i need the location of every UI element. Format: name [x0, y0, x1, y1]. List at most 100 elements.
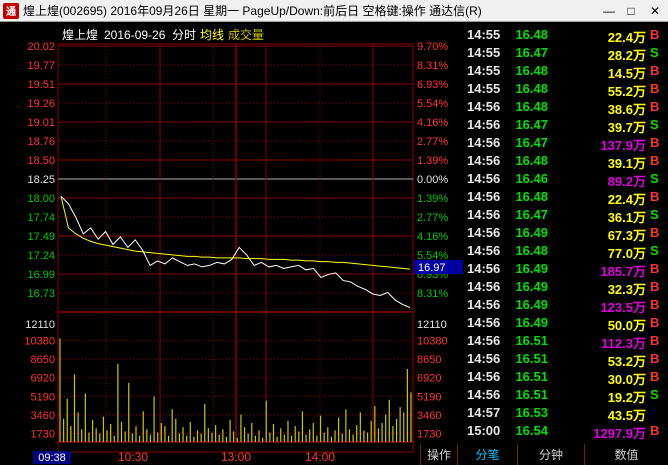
- trade-side: B: [650, 99, 660, 114]
- trade-row[interactable]: 14:55 16.48 14.5万 B: [465, 62, 668, 81]
- trade-time: 14:55: [467, 27, 501, 42]
- volume-axis-label-right: 10380: [417, 336, 448, 348]
- trade-time: 14:56: [467, 315, 501, 330]
- start-time-label: 09:38: [38, 452, 66, 464]
- trade-price: 16.51: [515, 387, 548, 402]
- tab-values[interactable]: 数值: [584, 444, 668, 465]
- tab-ticks[interactable]: 分笔: [457, 444, 517, 465]
- price-axis-label: 19.26: [27, 98, 55, 110]
- volume-axis-label-right: 1730: [417, 428, 441, 440]
- volume-axis-label: 6920: [31, 373, 55, 385]
- trade-side: B: [650, 297, 660, 312]
- trade-side: S: [650, 171, 659, 186]
- trade-time: 14:56: [467, 225, 501, 240]
- price-axis-label: 16.73: [27, 288, 55, 300]
- avg-line-legend: 均线: [200, 28, 224, 42]
- window-title: 煌上煌(002695) 2016年09月26日 星期一 PageUp/Down:…: [23, 4, 482, 18]
- trade-time: 14:56: [467, 207, 501, 222]
- price-axis-label: 18.25: [27, 174, 55, 186]
- trade-side: S: [650, 243, 659, 258]
- trade-time: 14:56: [467, 135, 501, 150]
- trade-side: S: [650, 207, 659, 222]
- trade-side: B: [650, 261, 660, 276]
- trade-side: B: [650, 333, 660, 348]
- trade-time: 14:57: [467, 405, 501, 420]
- tab-minutes[interactable]: 分钟: [517, 444, 584, 465]
- pct-axis-label: 9.70%: [417, 41, 448, 53]
- trade-price: 16.47: [515, 117, 548, 132]
- trade-row[interactable]: 14:56 16.51 53.2万 B: [465, 350, 668, 369]
- price-axis-label: 17.49: [27, 231, 55, 243]
- price-axis-label: 17.24: [27, 250, 55, 262]
- tab-operate[interactable]: 操作: [420, 444, 457, 465]
- trade-price: 16.54: [515, 423, 548, 438]
- trade-row[interactable]: 14:56 16.51 112.3万 B: [465, 332, 668, 351]
- price-axis-label: 19.77: [27, 60, 55, 72]
- trade-row[interactable]: 14:56 16.47 36.1万 S: [465, 206, 668, 225]
- trade-row[interactable]: 14:56 16.48 22.4万 B: [465, 188, 668, 207]
- trade-time: 14:56: [467, 153, 501, 168]
- pct-axis-label: 8.31%: [417, 60, 448, 72]
- price-axis-label: 18.50: [27, 155, 55, 167]
- time-axis-label: 13:00: [221, 450, 251, 464]
- chart-mode: 分时: [172, 28, 196, 42]
- pct-axis-label: 2.77%: [417, 136, 448, 148]
- trade-price: 16.49: [515, 225, 548, 240]
- price-axis-label: 19.01: [27, 117, 55, 129]
- volume-axis-label: 1730: [31, 428, 55, 440]
- trade-price: 16.47: [515, 45, 548, 60]
- time-axis-label: 14:00: [305, 450, 335, 464]
- trade-time: 14:56: [467, 351, 501, 366]
- trade-side: B: [650, 369, 660, 384]
- trade-price: 16.51: [515, 369, 548, 384]
- trade-row[interactable]: 14:56 16.47 137.9万 B: [465, 134, 668, 153]
- pct-axis-label: 4.16%: [417, 231, 448, 243]
- trade-price: 16.53: [515, 405, 548, 420]
- trade-price: 16.49: [515, 315, 548, 330]
- intraday-chart[interactable]: 20.02 9.70% 19.77 8.31% 19.51 6.93% 19.26 5.54%…: [0, 22, 463, 465]
- chart-date: 2016-09-26: [104, 28, 166, 42]
- trade-row[interactable]: 14:56 16.47 39.7万 S: [465, 116, 668, 135]
- trade-row[interactable]: 14:56 16.49 32.3万 B: [465, 278, 668, 297]
- volume-axis-label-right: 6920: [417, 373, 441, 385]
- trade-row[interactable]: 14:56 16.48 38.6万 B: [465, 98, 668, 117]
- trade-time: 14:56: [467, 243, 501, 258]
- trade-row[interactable]: 14:56 16.49 185.7万 B: [465, 260, 668, 279]
- trade-row[interactable]: 15:00 16.54 1297.9万 B: [465, 422, 668, 441]
- trade-time: 14:55: [467, 81, 501, 96]
- intraday-chart-panel[interactable]: 20.02 9.70% 19.77 8.31% 19.51 6.93% 19.26 5.54%…: [0, 22, 463, 465]
- trade-price: 16.48: [515, 189, 548, 204]
- volume-legend: 成交量: [228, 27, 264, 42]
- trade-time: 14:55: [467, 45, 501, 60]
- bottom-tabs: 操作 分笔 分钟 数值: [420, 444, 668, 465]
- current-price-label: 16.97: [418, 262, 446, 274]
- trade-row[interactable]: 14:56 16.49 50.0万 B: [465, 314, 668, 333]
- volume-axis-label: 8650: [31, 354, 55, 366]
- trade-row[interactable]: 14:55 16.48 22.4万 B: [465, 26, 668, 45]
- trade-row[interactable]: 14:56 16.49 123.5万 B: [465, 296, 668, 315]
- trade-row[interactable]: 14:56 16.51 30.0万 B: [465, 368, 668, 387]
- minimize-button[interactable]: —: [598, 0, 620, 22]
- price-axis-label: 18.76: [27, 136, 55, 148]
- trade-price: 16.48: [515, 27, 548, 42]
- close-button[interactable]: ✕: [642, 0, 668, 22]
- trade-price: 16.47: [515, 207, 548, 222]
- pct-axis-label: 1.39%: [417, 155, 448, 167]
- trade-side: S: [650, 45, 659, 60]
- tick-trade-list[interactable]: 14:55 16.48 22.4万 B 14:55 16.47 28.2万 S 14:55 16.…: [465, 26, 668, 441]
- trade-price: 16.48: [515, 63, 548, 78]
- trade-row[interactable]: 14:56 16.48 39.1万 B: [465, 152, 668, 171]
- trade-time: 14:56: [467, 117, 501, 132]
- trade-row[interactable]: 14:56 16.48 77.0万 S: [465, 242, 668, 261]
- price-axis-label: 16.99: [27, 269, 55, 281]
- maximize-button[interactable]: □: [620, 0, 642, 22]
- trade-price: 16.48: [515, 153, 548, 168]
- trade-row[interactable]: 14:55 16.47 28.2万 S: [465, 44, 668, 63]
- trade-row[interactable]: 14:56 16.46 89.2万 S: [465, 170, 668, 189]
- trade-row[interactable]: 14:55 16.48 55.2万 B: [465, 80, 668, 99]
- volume-axis-label-right: 5190: [417, 391, 441, 403]
- trade-price: 16.49: [515, 279, 548, 294]
- trade-row[interactable]: 14:56 16.51 19.2万 S: [465, 386, 668, 405]
- trade-row[interactable]: 14:56 16.49 67.3万 B: [465, 224, 668, 243]
- trade-row[interactable]: 14:57 16.53 43.5万: [465, 404, 668, 423]
